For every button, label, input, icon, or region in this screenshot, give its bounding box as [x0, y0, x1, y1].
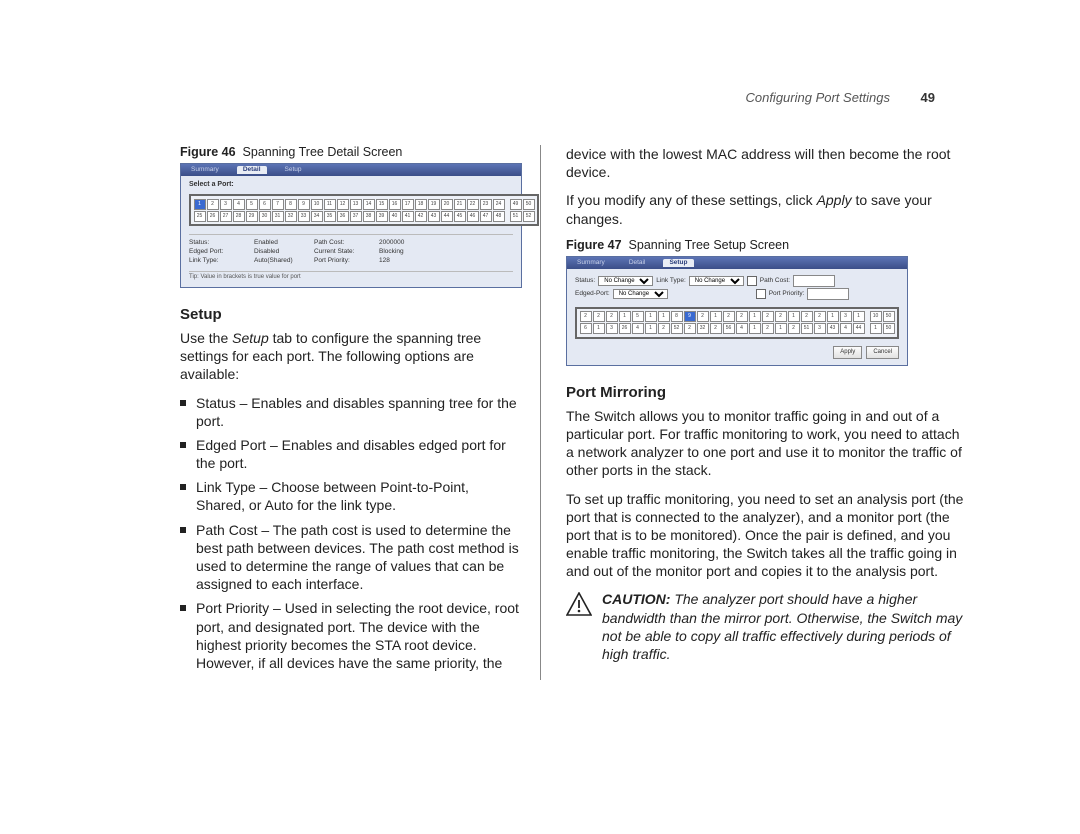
linktype-label: Link Type:	[189, 257, 254, 265]
status-label: Status:	[189, 239, 254, 247]
portprio-value: 128	[379, 257, 439, 265]
tab-summary[interactable]: Summary	[185, 166, 225, 174]
tab-summary[interactable]: Summary	[571, 259, 611, 267]
linktype-value: Auto(Shared)	[254, 257, 314, 265]
list-item: Edged Port – Enables and disables edged …	[180, 436, 520, 472]
port-mirroring-para2: To set up traffic monitoring, you need t…	[566, 490, 970, 581]
setup-heading: Setup	[180, 306, 520, 323]
tab-detail[interactable]: Detail	[237, 166, 267, 174]
figure47-caption: Figure 47 Spanning Tree Setup Screen	[566, 238, 970, 252]
pathcost-value: 2000000	[379, 239, 439, 247]
left-column: Figure 46 Spanning Tree Detail Screen Su…	[70, 145, 540, 680]
status-select[interactable]: No Change	[598, 276, 653, 286]
edged-value: Disabled	[254, 248, 314, 256]
figure46-title: Spanning Tree Detail Screen	[243, 145, 403, 159]
tab-setup[interactable]: Setup	[663, 259, 693, 267]
tabs-bar: Summary Detail Setup	[181, 164, 521, 176]
apply-button[interactable]: Apply	[833, 346, 862, 359]
list-item: Port Priority – Used in selecting the ro…	[180, 599, 520, 672]
list-item: Status – Enables and disables spanning t…	[180, 394, 520, 430]
setup-options-list: Status – Enables and disables spanning t…	[180, 394, 520, 673]
setup-intro: Use the Setup tab to configure the spann…	[180, 329, 520, 384]
list-item: Link Type – Choose between Point-to-Poin…	[180, 478, 520, 514]
select-a-port-label: Select a Port:	[189, 181, 513, 189]
figure46-caption: Figure 46 Spanning Tree Detail Screen	[180, 145, 520, 159]
port-mirroring-heading: Port Mirroring	[566, 384, 970, 401]
page-number: 49	[921, 90, 935, 105]
running-head: Configuring Port Settings	[745, 90, 890, 105]
apply-instruction: If you modify any of these settings, cli…	[566, 191, 970, 227]
tabs-bar: Summary Detail Setup	[567, 257, 907, 269]
port-grid[interactable]: 1234567891011121314151617181920212223244…	[189, 194, 539, 226]
pathcost-input[interactable]	[793, 275, 835, 287]
pathcost-label: Path Cost:	[314, 239, 379, 247]
port-mirroring-para1: The Switch allows you to monitor traffic…	[566, 407, 970, 480]
list-item: Path Cost – The path cost is used to det…	[180, 521, 520, 594]
continuation-text: device with the lowest MAC address will …	[566, 145, 970, 181]
figure46-label: Figure 46	[180, 145, 236, 159]
pathcost-checkbox[interactable]	[747, 276, 757, 286]
caution-text: CAUTION: The analyzer port should have a…	[602, 590, 970, 663]
caution-icon	[566, 592, 592, 616]
status-value: Enabled	[254, 239, 314, 247]
right-column: device with the lowest MAC address will …	[540, 145, 1010, 680]
edged-label: Edged-Port:	[575, 290, 610, 298]
pathcost-label: Path Cost:	[760, 277, 790, 285]
tip-note: Tip: Value in brackets is true value for…	[189, 271, 513, 281]
portprio-label: Port Priority:	[314, 257, 379, 265]
linktype-label: Link Type:	[656, 277, 686, 285]
edged-label: Edged Port:	[189, 248, 254, 256]
portprio-input[interactable]	[807, 288, 849, 300]
caution-block: CAUTION: The analyzer port should have a…	[566, 590, 970, 663]
cancel-button[interactable]: Cancel	[866, 346, 899, 359]
curstate-label: Current State:	[314, 248, 379, 256]
tab-setup[interactable]: Setup	[279, 166, 308, 174]
curstate-value: Blocking	[379, 248, 439, 256]
portprio-checkbox[interactable]	[756, 289, 766, 299]
edged-select[interactable]: No Change	[613, 289, 668, 299]
caution-label: CAUTION:	[602, 591, 670, 607]
status-label: Status:	[575, 277, 595, 285]
port-grid[interactable]: 22215118921221221221311050 6132641252232…	[575, 307, 899, 339]
figure47-title: Spanning Tree Setup Screen	[629, 238, 790, 252]
spanning-tree-detail-screenshot: Summary Detail Setup Select a Port: 1234…	[180, 163, 522, 288]
tab-detail[interactable]: Detail	[623, 259, 652, 267]
linktype-select[interactable]: No Change	[689, 276, 744, 286]
figure47-label: Figure 47	[566, 238, 622, 252]
port-detail-table: Status: Enabled Path Cost: 2000000 Edged…	[189, 234, 513, 264]
spanning-tree-setup-screenshot: Summary Detail Setup Status: No Change L…	[566, 256, 908, 366]
portprio-label: Port Priority:	[769, 290, 805, 298]
